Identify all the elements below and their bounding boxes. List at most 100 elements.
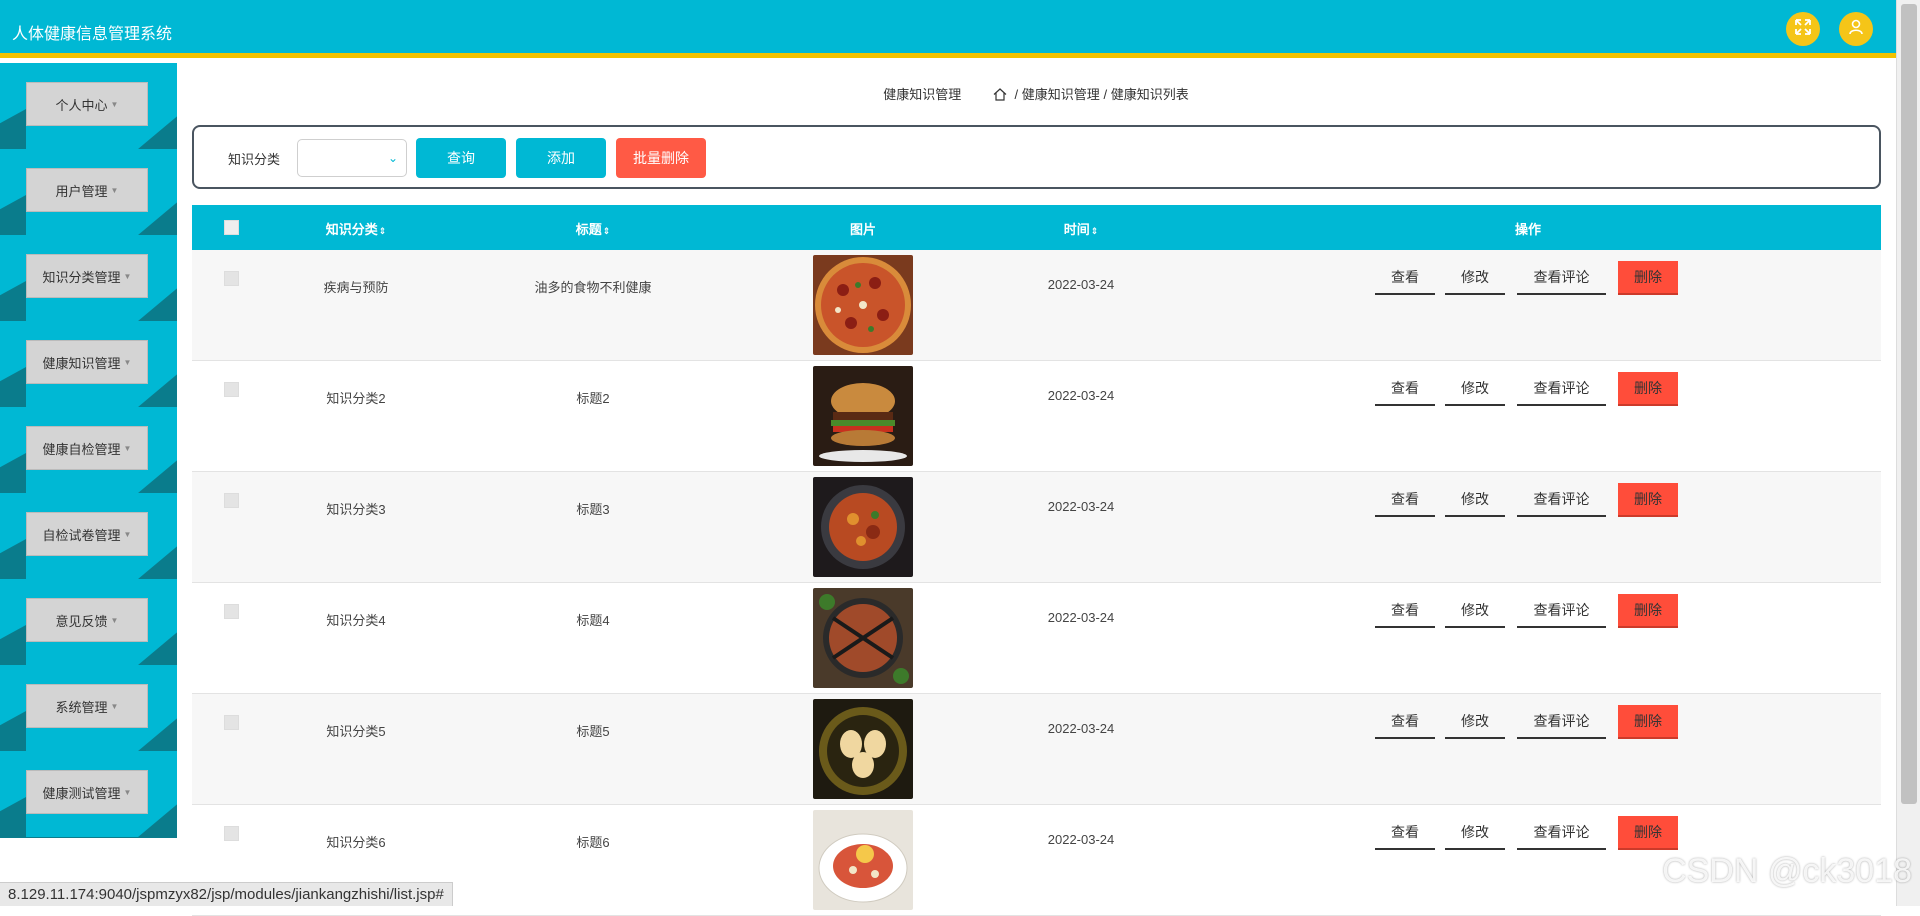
view-comments-button[interactable]: 查看评论 <box>1517 594 1606 628</box>
row-checkbox[interactable] <box>224 826 239 841</box>
sidebar-button[interactable]: 健康自检管理 ▼ <box>26 426 148 470</box>
sidebar-button[interactable]: 健康知识管理 ▼ <box>26 340 148 384</box>
delete-button[interactable]: 删除 <box>1618 705 1678 739</box>
breadcrumb: 健康知识管理 / 健康知识管理 / 健康知识列表 <box>192 84 1880 104</box>
cell-category: 知识分类6 <box>326 835 386 850</box>
table-row: 疾病与预防 油多的食物不利健康 2022-03-24 查看 修改 查看评论 删除 <box>192 250 1881 361</box>
view-button[interactable]: 查看 <box>1375 705 1435 739</box>
edit-button[interactable]: 修改 <box>1445 594 1505 628</box>
watermark: CSDN @ck3018 <box>1662 852 1912 890</box>
scrollbar-thumb[interactable] <box>1901 4 1917 804</box>
top-header: 人体健康信息管理系统 <box>0 0 1896 58</box>
view-comments-button[interactable]: 查看评论 <box>1517 372 1606 406</box>
cell-title: 标题4 <box>576 613 610 628</box>
view-button[interactable]: 查看 <box>1375 261 1435 295</box>
select-all-checkbox[interactable] <box>224 220 239 235</box>
batch-delete-button[interactable]: 批量删除 <box>616 138 706 178</box>
sidebar-item-personal-center: 个人中心 ▼ <box>0 63 177 149</box>
edit-button[interactable]: 修改 <box>1445 816 1505 850</box>
row-checkbox[interactable] <box>224 493 239 508</box>
home-icon[interactable] <box>993 88 1007 104</box>
delete-button[interactable]: 删除 <box>1618 372 1678 406</box>
table-row: 知识分类2 标题2 2022-03-24 查看 修改 查看评论 删除 <box>192 361 1881 472</box>
table-row: 知识分类4 标题4 2022-03-24 查看 修改 查看评论 删除 <box>192 583 1881 694</box>
caret-down-icon: ▼ <box>123 787 132 797</box>
view-button[interactable]: 查看 <box>1375 483 1435 517</box>
caret-down-icon: ▼ <box>123 357 132 367</box>
caret-down-icon: ▼ <box>110 99 119 109</box>
fullscreen-button[interactable] <box>1786 12 1820 46</box>
row-checkbox[interactable] <box>224 271 239 286</box>
delete-button[interactable]: 删除 <box>1618 261 1678 295</box>
edit-button[interactable]: 修改 <box>1445 483 1505 517</box>
row-checkbox[interactable] <box>224 715 239 730</box>
row-checkbox[interactable] <box>224 382 239 397</box>
user-menu-button[interactable] <box>1839 12 1873 46</box>
sidebar-item-label: 个人中心 <box>55 97 108 113</box>
sort-icon: ⇕ <box>1090 226 1099 236</box>
browser-status-url: 8.129.11.174:9040/jspmzyx82/jsp/modules/… <box>0 882 453 906</box>
sidebar-item-label: 自检试卷管理 <box>42 527 121 543</box>
app-title: 人体健康信息管理系统 <box>12 26 173 43</box>
breadcrumb-separator: / <box>1014 87 1019 102</box>
page-title: 健康知识管理 <box>883 87 962 102</box>
sidebar-item-user-management: 用户管理 ▼ <box>0 149 177 235</box>
fullscreen-icon <box>1794 18 1812 41</box>
add-button[interactable]: 添加 <box>516 138 606 178</box>
sidebar-item-label: 健康知识管理 <box>42 355 121 371</box>
breadcrumb-link[interactable]: 健康知识管理 <box>1022 87 1100 102</box>
header-accent-strip <box>0 53 1896 58</box>
sort-icon: ⇕ <box>378 226 387 236</box>
header-time[interactable]: 时间⇕ <box>1064 219 1099 238</box>
sidebar-button[interactable]: 自检试卷管理 ▼ <box>26 512 148 556</box>
table-header: 知识分类⇕ 标题⇕ 图片 时间⇕ 操作 <box>192 205 1881 250</box>
stew-image <box>813 477 913 577</box>
view-comments-button[interactable]: 查看评论 <box>1517 705 1606 739</box>
sidebar-button[interactable]: 知识分类管理 ▼ <box>26 254 148 298</box>
header-category[interactable]: 知识分类⇕ <box>326 219 387 238</box>
delete-button[interactable]: 删除 <box>1618 483 1678 517</box>
cell-title: 标题3 <box>576 502 610 517</box>
query-button[interactable]: 查询 <box>416 138 506 178</box>
category-filter-label: 知识分类 <box>228 152 281 167</box>
sort-icon: ⇕ <box>602 226 611 236</box>
cell-category: 知识分类3 <box>326 502 386 517</box>
delete-button[interactable]: 删除 <box>1618 816 1678 850</box>
cell-title: 标题2 <box>576 391 610 406</box>
grill-image <box>813 588 913 688</box>
cell-category: 疾病与预防 <box>323 280 389 295</box>
sidebar-button[interactable]: 个人中心 ▼ <box>26 82 148 126</box>
view-comments-button[interactable]: 查看评论 <box>1517 261 1606 295</box>
sidebar-button[interactable]: 用户管理 ▼ <box>26 168 148 212</box>
view-comments-button[interactable]: 查看评论 <box>1517 816 1606 850</box>
sidebar-item-label: 系统管理 <box>55 699 108 715</box>
sidebar-item-feedback: 意见反馈 ▼ <box>0 579 177 665</box>
sidebar-button[interactable]: 健康测试管理 ▼ <box>26 770 148 814</box>
sidebar-item-label: 知识分类管理 <box>42 269 121 285</box>
row-checkbox[interactable] <box>224 604 239 619</box>
view-button[interactable]: 查看 <box>1375 816 1435 850</box>
knowledge-table: 知识分类⇕ 标题⇕ 图片 时间⇕ 操作 疾病与预防 油多的食物不利健康 2022… <box>192 205 1881 916</box>
edit-button[interactable]: 修改 <box>1445 261 1505 295</box>
caret-down-icon: ▼ <box>110 701 119 711</box>
edit-button[interactable]: 修改 <box>1445 372 1505 406</box>
breadcrumb-current: 健康知识列表 <box>1110 87 1189 102</box>
caret-down-icon: ▼ <box>123 529 132 539</box>
sidebar-button[interactable]: 系统管理 ▼ <box>26 684 148 728</box>
header-title[interactable]: 标题⇕ <box>576 219 611 238</box>
cell-category: 知识分类2 <box>326 391 386 406</box>
category-select[interactable]: ⌄ <box>297 139 407 177</box>
sidebar-button[interactable]: 意见反馈 ▼ <box>26 598 148 642</box>
view-button[interactable]: 查看 <box>1375 372 1435 406</box>
cell-time: 2022-03-24 <box>1047 721 1115 736</box>
caret-down-icon: ▼ <box>123 271 132 281</box>
sidebar-item-label: 健康自检管理 <box>42 441 121 457</box>
view-comments-button[interactable]: 查看评论 <box>1517 483 1606 517</box>
page-scrollbar[interactable] <box>1896 0 1920 906</box>
cell-title: 油多的食物不利健康 <box>534 280 652 295</box>
delete-button[interactable]: 删除 <box>1618 594 1678 628</box>
pizza-image <box>813 255 913 355</box>
edit-button[interactable]: 修改 <box>1445 705 1505 739</box>
view-button[interactable]: 查看 <box>1375 594 1435 628</box>
user-icon <box>1847 18 1865 41</box>
